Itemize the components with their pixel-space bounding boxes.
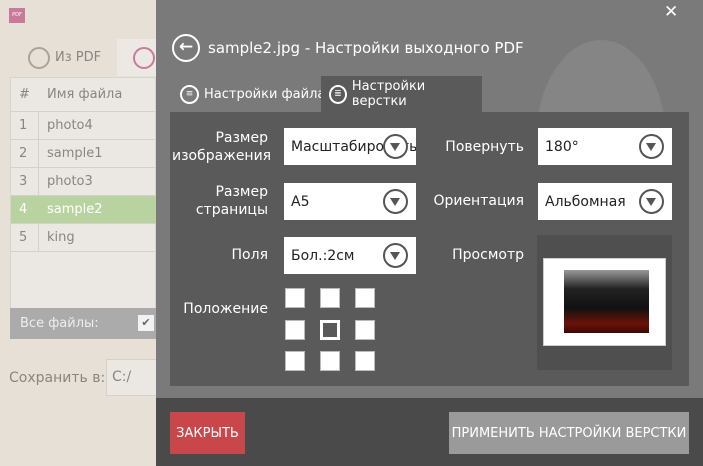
all-files-label: Все файлы:	[20, 316, 99, 331]
orientation-dropdown[interactable]: Альбомная	[538, 183, 672, 220]
image-size-label: Размер изображения	[172, 130, 272, 164]
row-filename: photo4	[47, 118, 93, 133]
all-files-bar: Все файлы:	[10, 308, 156, 339]
close-icon[interactable]: ✕	[664, 2, 678, 22]
rotate-label: Повернуть	[445, 139, 524, 155]
tab-label: Из PDF	[55, 50, 102, 65]
document-icon: ≡	[180, 84, 199, 104]
row-number: 2	[11, 140, 39, 167]
dropdown-value: 180°	[545, 138, 579, 155]
main-window: PDF Из PDF # Имя файла 1 photo4 2 sample1 …	[0, 0, 158, 466]
position-top-left[interactable]	[285, 288, 305, 308]
apply-layout-button[interactable]: ПРИМЕНИТЬ НАСТРОЙКИ ВЕРСТКИ	[449, 412, 689, 454]
table-row[interactable]: 5 king	[11, 224, 157, 252]
orientation-label: Ориентация	[433, 193, 524, 209]
preview-area	[537, 235, 672, 370]
table-row-selected[interactable]: 4 sample2	[11, 196, 157, 224]
layout-icon: ≣	[329, 84, 347, 104]
row-number: 4	[19, 202, 28, 217]
dropdown-value: Альбомная	[545, 193, 626, 210]
row-filename: photo3	[47, 174, 93, 189]
table-header: # Имя файла	[11, 78, 157, 112]
tab-to-pdf[interactable]	[117, 39, 156, 76]
chevron-down-icon	[383, 134, 408, 159]
to-pdf-icon	[133, 46, 155, 69]
preview-page	[543, 258, 666, 346]
all-files-checkbox[interactable]: ✔	[138, 315, 154, 331]
back-arrow-icon[interactable]: ←	[172, 34, 200, 62]
position-top-center[interactable]	[320, 288, 340, 308]
save-label: Сохранить в:	[9, 370, 106, 386]
app-logo: PDF	[9, 8, 25, 23]
position-label: Положение	[183, 301, 268, 317]
tab-label: Настройки файла	[204, 86, 326, 102]
dropdown-value: Бол.:2см	[291, 247, 355, 264]
position-middle-right[interactable]	[355, 320, 375, 340]
dropdown-value: A5	[291, 193, 310, 210]
row-filename: king	[47, 230, 75, 245]
position-top-right[interactable]	[355, 288, 375, 308]
row-number: 1	[11, 112, 39, 139]
margins-label: Поля	[231, 247, 268, 263]
position-bottom-center[interactable]	[320, 351, 340, 371]
tab-file-settings[interactable]: ≡ Настройки файла	[172, 76, 333, 112]
chevron-down-icon	[383, 189, 408, 214]
save-path-input[interactable]: C:/	[106, 359, 158, 396]
position-center-selected[interactable]	[320, 320, 340, 340]
from-pdf-icon	[28, 46, 50, 69]
position-middle-left[interactable]	[285, 320, 305, 340]
position-bottom-right[interactable]	[355, 351, 375, 371]
row-filename: sample2	[47, 202, 103, 217]
row-number: 3	[11, 168, 39, 195]
tab-layout-settings[interactable]: ≣ Настройки верстки	[321, 76, 482, 112]
close-button[interactable]: ЗАКРЫТЬ	[170, 412, 245, 454]
margins-dropdown[interactable]: Бол.:2см	[284, 237, 416, 274]
position-bottom-left[interactable]	[285, 351, 305, 371]
tab-label: Настройки верстки	[351, 79, 426, 109]
page-size-label: Размер страницы	[195, 184, 268, 218]
dialog-title: ← sample2.jpg - Настройки выходного PDF	[172, 34, 524, 62]
tab-from-pdf[interactable]: Из PDF	[10, 39, 117, 76]
table-row[interactable]: 3 photo3	[11, 168, 157, 196]
rotate-dropdown[interactable]: 180°	[538, 128, 672, 165]
col-number: #	[19, 87, 30, 102]
chevron-down-icon	[383, 243, 408, 268]
preview-label: Просмотр	[452, 247, 524, 263]
preview-image	[564, 270, 649, 333]
title-text: sample2.jpg - Настройки выходного PDF	[208, 39, 524, 57]
image-size-dropdown[interactable]: Масштабировать	[284, 128, 416, 165]
file-table: # Имя файла 1 photo4 2 sample1 3 photo3 4 sa…	[10, 77, 157, 339]
col-filename: Имя файла	[47, 87, 123, 102]
row-filename: sample1	[47, 146, 103, 161]
chevron-down-icon	[639, 189, 664, 214]
chevron-down-icon	[639, 134, 664, 159]
position-grid	[285, 288, 375, 372]
table-row[interactable]: 2 sample1	[11, 140, 157, 168]
page-size-dropdown[interactable]: A5	[284, 183, 416, 220]
row-number: 5	[11, 224, 39, 251]
table-row[interactable]: 1 photo4	[11, 112, 157, 140]
